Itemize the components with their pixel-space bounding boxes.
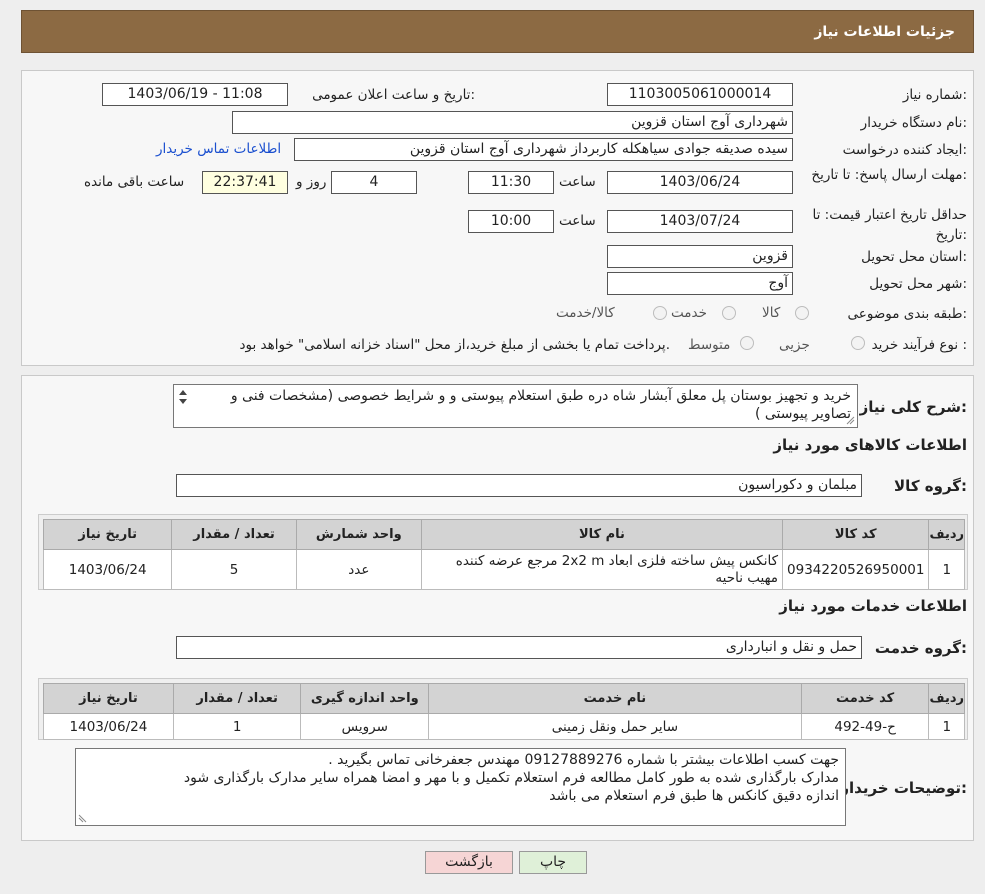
buyer-notes-label: توضیحات خریدار:: [840, 779, 967, 797]
goods-table: ردیف کد کالا نام کالا واحد شمارش تعداد /…: [42, 519, 965, 590]
deadline-label: مهلت ارسال پاسخ: تا تاریخ:: [811, 167, 967, 183]
buyer-org-field: شهرداری آوج استان قزوین: [232, 111, 793, 134]
goods-col-name: نام کالا: [420, 519, 784, 550]
print-button[interactable]: چاپ: [519, 851, 587, 874]
goods-cell-row: 1: [928, 549, 965, 590]
services-col-code: کد خدمت: [800, 683, 930, 714]
category-radio-service[interactable]: [722, 306, 736, 320]
services-cell-unit: سرویس: [300, 713, 430, 740]
goods-col-row: ردیف: [928, 519, 965, 550]
announce-field: 1403/06/19 - 11:08: [102, 83, 288, 106]
creator-label: ایجاد کننده درخواست:: [842, 142, 967, 158]
services-table: ردیف کد خدمت نام خدمت واحد اندازه گیری ت…: [43, 683, 965, 740]
city-label: شهر محل تحویل:: [869, 276, 967, 292]
need-number-field: 1103005061000014: [607, 83, 793, 106]
page-title: جزئیات اطلاعات نیاز: [814, 24, 955, 40]
goods-table-header: ردیف کد کالا نام کالا واحد شمارش تعداد /…: [42, 519, 965, 550]
days-field: 4: [331, 171, 417, 194]
city-field: آوج: [607, 272, 793, 295]
process-radio-minor[interactable]: [851, 336, 865, 350]
services-group-field: حمل و نقل و انبارداری: [176, 636, 862, 659]
category-option-goods: کالا: [762, 305, 781, 321]
description-label: شرح کلی نیاز:: [859, 398, 967, 416]
description-textarea[interactable]: خرید و تجهیز بوستان پل معلق آبشار شاه در…: [173, 384, 858, 428]
category-radio-goods-service[interactable]: [653, 306, 667, 320]
services-cell-row: 1: [928, 713, 965, 740]
services-cell-qty: 1: [172, 713, 302, 740]
province-field: قزوین: [607, 245, 793, 268]
resize-grip-icon[interactable]: [78, 813, 88, 823]
services-col-date: تاریخ نیاز: [43, 683, 174, 714]
goods-col-qty: تعداد / مقدار: [171, 519, 297, 550]
announce-label: تاریخ و ساعت اعلان عمومی:: [312, 87, 475, 103]
remaining-label: ساعت باقی مانده: [84, 174, 185, 190]
services-group-label: گروه خدمت:: [874, 639, 967, 657]
goods-section-title: اطلاعات کالاهای مورد نیاز: [773, 436, 967, 454]
process-radio-medium[interactable]: [740, 336, 754, 350]
textarea-scroll-arrows-icon[interactable]: [177, 388, 189, 406]
province-label: استان محل تحویل:: [861, 249, 967, 265]
services-col-qty: تعداد / مقدار: [172, 683, 302, 714]
table-row: 1 0934220526950001 کانکس پیش ساخته فلزی …: [42, 549, 965, 590]
category-option-goods-service: کالا/خدمت: [556, 305, 615, 321]
process-note: پرداخت تمام یا بخشی از مبلغ خرید،از محل …: [239, 337, 670, 353]
days-label: روز و: [296, 174, 327, 190]
category-option-service: خدمت: [671, 305, 707, 321]
services-cell-code: ح-49-492: [800, 713, 930, 740]
goods-group-field: مبلمان و دکوراسیون: [176, 474, 862, 497]
validity-label: حداقل تاریخ اعتبار قیمت: تا تاریخ:: [812, 207, 967, 243]
resize-grip-icon[interactable]: [845, 415, 855, 425]
goods-col-date: تاریخ نیاز: [42, 519, 173, 550]
services-cell-name: سایر حمل ونقل زمینی: [428, 713, 802, 740]
validity-time-label: ساعت: [559, 213, 596, 229]
back-button[interactable]: بازگشت: [425, 851, 513, 874]
buyer-contact-link[interactable]: اطلاعات تماس خریدار: [156, 141, 281, 157]
buyer-notes-line: جهت کسب اطلاعات بیشتر با شماره 091278892…: [328, 752, 839, 768]
deadline-time-field: 11:30: [468, 171, 554, 194]
buyer-notes-line: اندازه دقیق کانکس ها طبق فرم استعلام می …: [549, 788, 839, 804]
process-label: نوع فرآیند خرید :: [871, 337, 967, 353]
process-option-medium: متوسط: [688, 337, 731, 353]
category-label: طبقه بندی موضوعی:: [847, 306, 967, 322]
creator-field: سیده صدیقه جوادی سیاهکله کاربرداز شهردار…: [294, 138, 793, 161]
validity-time-field: 10:00: [468, 210, 554, 233]
goods-col-code: کد کالا: [782, 519, 930, 550]
goods-cell-code: 0934220526950001: [782, 549, 930, 590]
need-number-label: شماره نیاز:: [902, 87, 967, 103]
process-option-minor: جزیی: [779, 337, 810, 353]
goods-col-unit: واحد شمارش: [295, 519, 422, 550]
deadline-date-field: 1403/06/24: [607, 171, 793, 194]
buyer-notes-line: مدارک بارگذاری شده به طور کامل مطالعه فر…: [183, 770, 839, 786]
goods-cell-qty: 5: [171, 549, 297, 590]
goods-cell-name: کانکس پیش ساخته فلزی ابعاد 2x2 m مرجع عر…: [420, 549, 784, 590]
services-col-row: ردیف: [928, 683, 965, 714]
table-row: 1 ح-49-492 سایر حمل ونقل زمینی سرویس 1 1…: [43, 713, 965, 740]
category-radio-goods[interactable]: [795, 306, 809, 320]
remaining-time-field: 22:37:41: [202, 171, 288, 194]
services-col-unit: واحد اندازه گیری: [300, 683, 430, 714]
validity-date-field: 1403/07/24: [607, 210, 793, 233]
page-header: جزئیات اطلاعات نیاز: [21, 10, 974, 53]
description-text: خرید و تجهیز بوستان پل معلق آبشار شاه در…: [230, 388, 851, 422]
goods-cell-unit: عدد: [295, 549, 422, 590]
buyer-notes-textarea[interactable]: جهت کسب اطلاعات بیشتر با شماره 091278892…: [75, 748, 846, 826]
deadline-time-label: ساعت: [559, 174, 596, 190]
services-cell-date: 1403/06/24: [43, 713, 174, 740]
services-col-name: نام خدمت: [428, 683, 802, 714]
services-table-header: ردیف کد خدمت نام خدمت واحد اندازه گیری ت…: [43, 683, 965, 714]
services-section-title: اطلاعات خدمات مورد نیاز: [779, 597, 967, 615]
goods-cell-date: 1403/06/24: [42, 549, 173, 590]
goods-group-label: گروه کالا:: [894, 477, 967, 495]
buyer-org-label: نام دستگاه خریدار:: [860, 115, 967, 131]
